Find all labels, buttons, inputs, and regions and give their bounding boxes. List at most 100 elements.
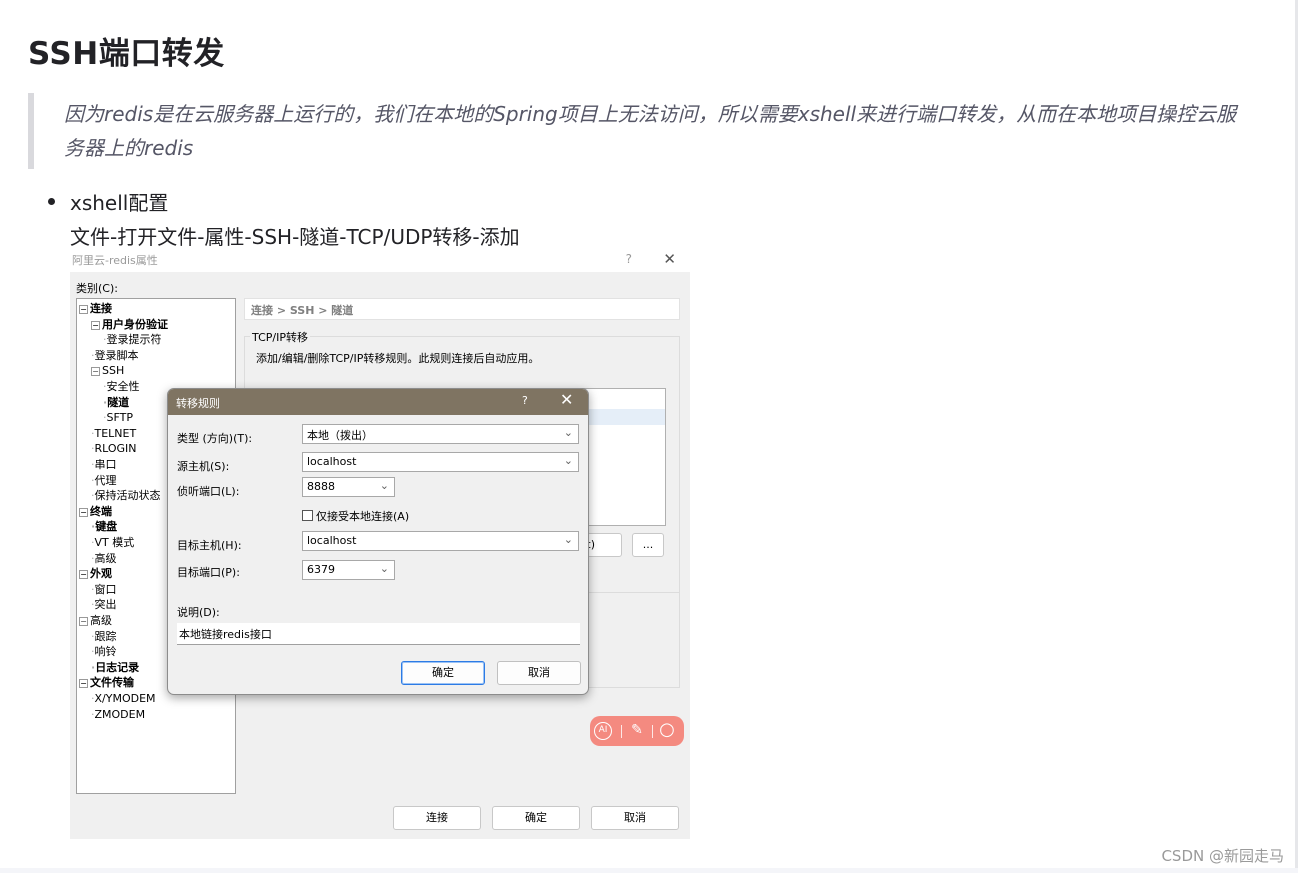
more-button[interactable]: ... — [632, 533, 664, 557]
article-body: SSH端口转发 因为redis是在云服务器上运行的，我们在本地的Spring项目… — [0, 0, 1295, 868]
tree-item[interactable]: − 外观 — [79, 567, 112, 581]
ai-icon[interactable]: AI — [594, 722, 612, 740]
tree-item-label: 日志记录 — [95, 660, 140, 674]
tree-item[interactable]: ·串口 — [91, 458, 117, 472]
tree-item[interactable]: ·RLOGIN — [91, 442, 137, 456]
tree-item[interactable]: ·X/YMODEM — [91, 692, 156, 706]
tree-item[interactable]: − 用户身份验证 — [91, 318, 168, 332]
magic-wand-icon[interactable]: ✎ — [626, 720, 648, 742]
tree-item-label: X/YMODEM — [94, 692, 156, 705]
properties-ok-button[interactable]: 确定 — [492, 806, 580, 830]
tree-collapse-icon[interactable]: − — [79, 507, 88, 517]
listen-port-combobox[interactable]: 8888 ⌄ — [302, 477, 395, 497]
tree-collapse-icon[interactable]: − — [79, 679, 88, 689]
dialog-titlebar[interactable]: 转移规则 ? ✕ — [168, 389, 588, 415]
bullet-list: xshell配置 文件-打开文件-属性-SSH-隧道-TCP/UDP转移-添加 — [44, 186, 520, 254]
tree-item[interactable]: ·登录提示符 — [103, 333, 162, 347]
target-port-combobox[interactable]: 6379 ⌄ — [302, 560, 395, 580]
tree-item[interactable]: ·VT 模式 — [91, 536, 134, 550]
list-item-heading: xshell配置 — [70, 191, 169, 215]
chevron-down-icon: ⌄ — [563, 533, 573, 546]
tree-item[interactable]: − 文件传输 — [79, 676, 134, 690]
group-description: 添加/编辑/删除TCP/IP转移规则。此规则连接后自动应用。 — [256, 352, 540, 365]
target-host-combobox[interactable]: localhost ⌄ — [302, 531, 579, 551]
tree-item-label: 终端 — [90, 504, 112, 518]
properties-cancel-button[interactable]: 取消 — [591, 806, 679, 830]
tree-item-label: 外观 — [90, 567, 112, 581]
chevron-down-icon: ⌄ — [379, 479, 389, 492]
tree-item[interactable]: ·ZMODEM — [91, 708, 145, 722]
breadcrumb: 连接 > SSH > 隧道 — [244, 298, 680, 320]
tree-item[interactable]: − 连接 — [79, 302, 112, 316]
dialog-close-icon[interactable]: ✕ — [560, 390, 573, 409]
tree-item[interactable]: − 高级 — [79, 614, 112, 628]
tree-item[interactable]: ·TELNET — [91, 427, 136, 441]
local-only-label: 仅接受本地连接(A) — [316, 510, 410, 523]
connect-button[interactable]: 连接 — [393, 806, 481, 830]
tree-item[interactable]: ·SFTP — [103, 411, 133, 425]
target-host-value: localhost — [307, 534, 357, 547]
tree-collapse-icon[interactable]: − — [91, 320, 100, 330]
properties-window-title: 阿里云-redis属性 — [72, 254, 158, 267]
xshell-properties-screenshot: 阿里云-redis属性 ? ✕ 类别(C): − 连接 − 用户身份验证 ·登录提示符 ·… — [70, 250, 690, 839]
tree-item-label: 高级 — [90, 614, 112, 627]
tree-item[interactable]: ·安全性 — [103, 380, 140, 394]
tree-item[interactable]: ·保持活动状态 — [91, 489, 161, 503]
chevron-down-icon: ⌄ — [563, 426, 573, 439]
list-item: xshell配置 文件-打开文件-属性-SSH-隧道-TCP/UDP转移-添加 — [44, 186, 520, 254]
target-host-label: 目标主机(H): — [177, 539, 242, 552]
tree-collapse-icon[interactable]: − — [79, 570, 88, 580]
tree-item[interactable]: ·代理 — [91, 474, 117, 488]
category-label: 类别(C): — [76, 282, 118, 295]
blockquote: 因为redis是在云服务器上运行的，我们在本地的Spring项目上无法访问，所以… — [28, 93, 1238, 169]
description-input[interactable]: 本地链接redis接口 — [177, 623, 580, 645]
tree-item[interactable]: − 终端 — [79, 505, 112, 519]
group-title: TCP/IP转移 — [250, 329, 310, 345]
tree-item[interactable]: ·跟踪 — [91, 630, 117, 644]
bullet-dot — [48, 198, 55, 205]
local-only-checkbox[interactable] — [302, 510, 313, 521]
local-only-checkbox-row[interactable]: 仅接受本地连接(A) — [302, 508, 409, 524]
tree-item-label: 突出 — [94, 598, 117, 612]
tree-collapse-icon[interactable]: − — [79, 305, 88, 314]
toolbar-separator — [621, 725, 622, 738]
search-icon[interactable]: ○ — [656, 720, 678, 742]
list-item-path: 文件-打开文件-属性-SSH-隧道-TCP/UDP转移-添加 — [70, 225, 520, 249]
tree-item-label: SSH — [102, 364, 125, 378]
tree-item[interactable]: ·突出 — [91, 598, 117, 612]
tree-item[interactable]: ·响铃 — [91, 645, 117, 659]
tree-collapse-icon[interactable]: − — [79, 617, 88, 626]
tree-item-label: 响铃 — [94, 645, 117, 659]
tree-item-label: 连接 — [90, 302, 112, 315]
dialog-cancel-button[interactable]: 取消 — [497, 661, 581, 685]
tree-item[interactable]: ·窗口 — [91, 583, 117, 597]
tree-item-label: 用户身份验证 — [102, 317, 168, 331]
tree-item-label: 隧道 — [107, 395, 130, 409]
target-port-label: 目标端口(P): — [177, 566, 240, 579]
dialog-title: 转移规则 — [176, 397, 220, 410]
listen-port-label: 侦听端口(L): — [177, 485, 240, 498]
tree-item[interactable]: − SSH — [91, 364, 124, 378]
tree-item[interactable]: ·日志记录 — [91, 661, 139, 675]
listen-port-value: 8888 — [307, 480, 335, 493]
ai-toolbar: AI ✎ ○ — [590, 716, 684, 746]
close-icon[interactable]: ✕ — [663, 250, 676, 268]
tree-item-label: 跟踪 — [94, 629, 117, 643]
tree-item-label: RLOGIN — [94, 442, 137, 456]
help-icon[interactable]: ? — [626, 252, 632, 266]
source-host-combobox[interactable]: localhost ⌄ — [302, 452, 579, 472]
tree-collapse-icon[interactable]: − — [91, 367, 100, 377]
tree-item-label: VT 模式 — [94, 536, 135, 549]
tree-item[interactable]: ·登录脚本 — [91, 349, 139, 363]
type-select[interactable]: 本地（拨出） ⌄ — [302, 424, 579, 444]
tree-item-label: ZMODEM — [94, 707, 146, 721]
chevron-down-icon: ⌄ — [379, 562, 389, 575]
tree-item-label: 安全性 — [106, 380, 140, 393]
tree-item[interactable]: ·高级 — [91, 552, 117, 566]
tree-item-label: 保持活动状态 — [94, 489, 161, 503]
tree-item[interactable]: ·键盘 — [91, 520, 117, 534]
dialog-ok-button[interactable]: 确定 — [401, 661, 485, 685]
tree-item-label: 串口 — [94, 458, 117, 471]
tree-item[interactable]: ·隧道 — [103, 396, 129, 410]
dialog-help-icon[interactable]: ? — [522, 394, 528, 407]
